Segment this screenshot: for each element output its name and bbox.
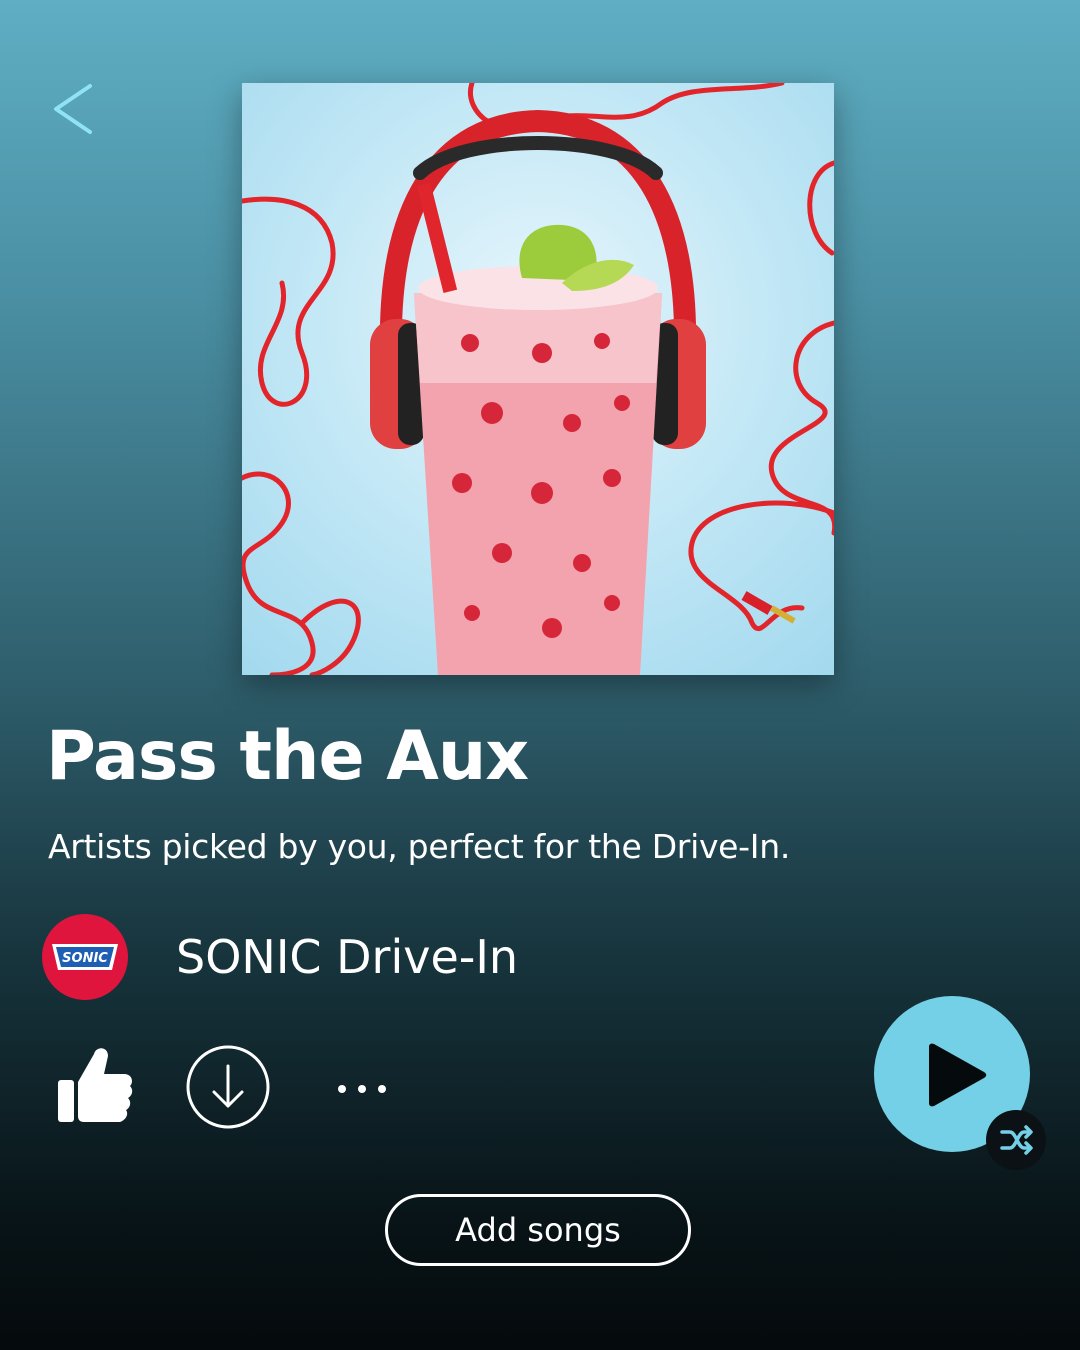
sonic-logo-icon: SONIC [52, 944, 118, 970]
svg-text:SONIC: SONIC [62, 951, 108, 966]
download-button[interactable] [185, 1044, 271, 1130]
cover-artwork [242, 83, 834, 675]
back-button[interactable] [44, 78, 104, 142]
thumbs-up-icon [58, 1048, 133, 1122]
more-horizontal-icon [338, 1085, 386, 1093]
playlist-description: Artists picked by you, perfect for the D… [48, 827, 791, 866]
playlist-title: Pass the Aux [46, 717, 529, 796]
chevron-left-icon [54, 84, 92, 134]
owner-name[interactable]: SONIC Drive-In [176, 928, 518, 986]
playlist-cover-image [242, 83, 834, 675]
owner-avatar[interactable]: SONIC [42, 914, 128, 1000]
download-icon [186, 1045, 270, 1129]
more-options-button[interactable] [330, 1066, 394, 1112]
like-button[interactable] [54, 1042, 134, 1126]
shuffle-icon [1000, 1125, 1033, 1155]
shuffle-button[interactable] [986, 1110, 1046, 1170]
add-songs-button[interactable]: Add songs [385, 1194, 691, 1266]
